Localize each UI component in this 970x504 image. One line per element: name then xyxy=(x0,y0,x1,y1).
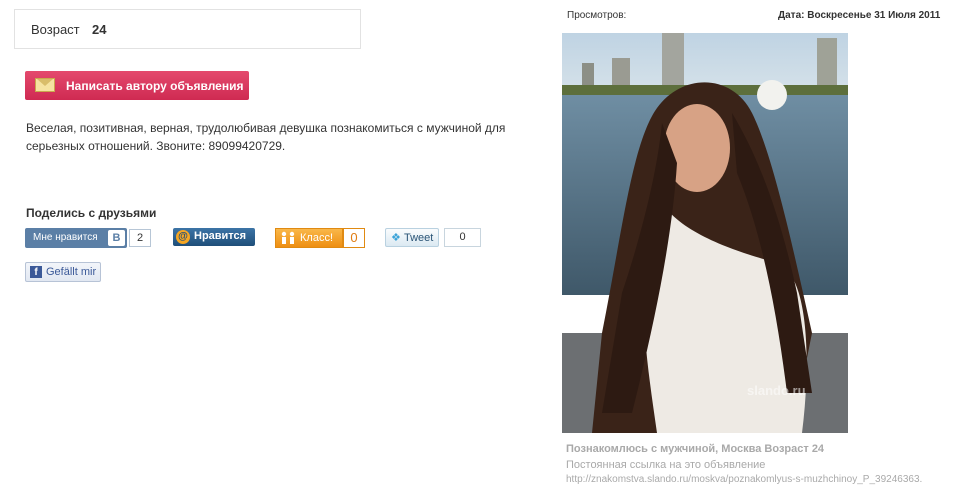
facebook-like-label: Gefällt mir xyxy=(46,266,97,278)
vk-like-label: Мне нравится xyxy=(33,232,98,243)
tweet-button[interactable]: ❖ Tweet xyxy=(385,228,439,247)
ok-logo-icon xyxy=(279,231,297,245)
share-title: Поделись с друзьями xyxy=(26,206,157,220)
write-author-button[interactable]: Написать автору объявления xyxy=(25,71,249,100)
ok-class-label: Класс! xyxy=(300,232,333,244)
date-label: Дата: xyxy=(778,10,805,21)
mailru-like-button[interactable]: @ Нравится xyxy=(173,228,255,246)
ad-description: Веселая, позитивная, верная, трудолюбива… xyxy=(26,121,506,153)
tweet-count: 0 xyxy=(444,228,481,247)
post-date: Дата: Воскресенье 31 Июля 2011 xyxy=(778,10,940,21)
facebook-like-button[interactable]: f Gefällt mir xyxy=(25,262,101,282)
photo-caption: Познакомлюсь с мужчиной, Москва Возраст … xyxy=(566,443,825,455)
facebook-logo-icon: f xyxy=(30,266,42,278)
twitter-bird-icon: ❖ xyxy=(391,232,401,244)
age-field: Возраст 24 xyxy=(14,9,361,49)
envelope-icon xyxy=(35,78,55,92)
mailru-logo-icon: @ xyxy=(176,230,190,244)
views-counter: Просмотров: xyxy=(567,10,627,21)
write-author-label: Написать автору объявления xyxy=(66,79,244,93)
permalink-label: Постоянная ссылка на это объявление xyxy=(566,459,766,471)
vk-like-button[interactable]: Мне нравится В xyxy=(25,228,127,248)
age-label: Возраст xyxy=(31,22,80,37)
mailru-like-label: Нравится xyxy=(194,230,247,242)
permalink-url[interactable]: http://znakomstva.slando.ru/moskva/pozna… xyxy=(566,474,922,485)
vk-logo-icon: В xyxy=(108,230,125,246)
ok-class-button[interactable]: Класс! xyxy=(275,228,343,248)
ok-class-count: 0 xyxy=(343,228,365,248)
date-value: Воскресенье 31 Июля 2011 xyxy=(807,10,941,21)
age-value: 24 xyxy=(92,22,107,37)
tweet-label: Tweet xyxy=(404,232,434,244)
photo-watermark: slando.ru xyxy=(747,383,806,398)
ad-photo[interactable]: slando.ru xyxy=(562,33,848,433)
vk-like-count: 2 xyxy=(129,229,151,247)
